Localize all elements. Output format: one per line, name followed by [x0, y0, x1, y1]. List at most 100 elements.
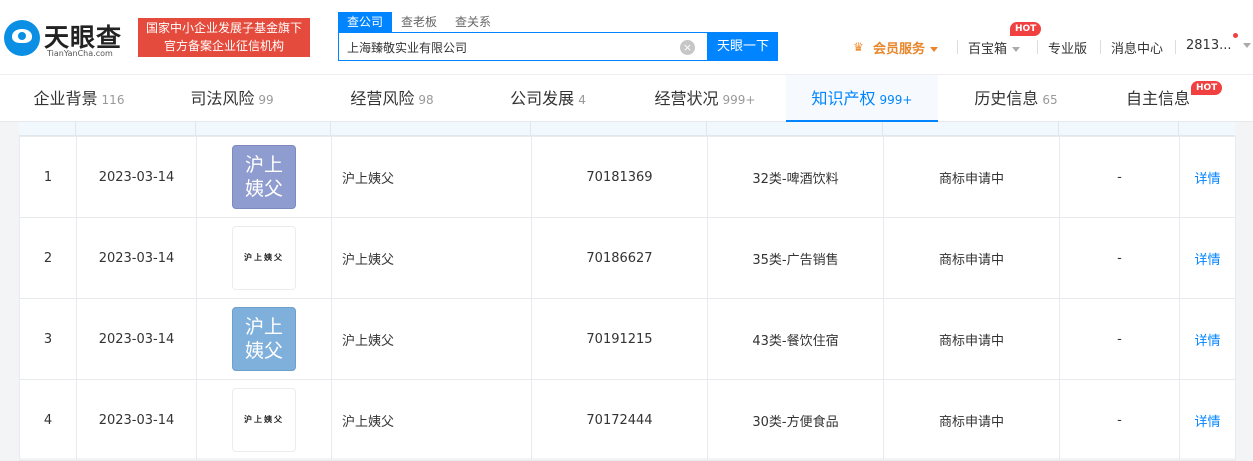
tab-label: 经营风险 [350, 89, 415, 108]
tab-enterprise-background[interactable]: 企业背景 116 [20, 75, 138, 122]
column-divider [706, 122, 707, 136]
detail-link[interactable]: 详情 [1179, 379, 1236, 461]
detail-link[interactable]: 详情 [1179, 136, 1236, 218]
registration-number: 70186627 [531, 217, 708, 299]
trademark-image[interactable]: 沪上姨父 [232, 145, 296, 209]
tab-self-info[interactable]: 自主信息 [1118, 75, 1198, 122]
trademark-image-cell: 沪上姨父 [196, 379, 332, 461]
tab-count: 65 [1042, 93, 1058, 107]
trademark-status: 商标申请中 [883, 217, 1060, 299]
apply-date: 2023-03-14 [76, 136, 197, 218]
apply-date: 2023-03-14 [76, 379, 197, 461]
chevron-down-icon [1243, 43, 1251, 48]
tab-company-development[interactable]: 公司发展 4 [492, 75, 604, 122]
tab-count: 99 [258, 93, 274, 107]
trademark-image-cell: 沪上姨父 [196, 217, 332, 299]
search-box: × [338, 32, 708, 61]
trademark-image[interactable]: 沪上姨父 [232, 388, 296, 452]
tab-operating-status[interactable]: 经营状况 999+ [640, 75, 770, 122]
category-tab-bar: 企业背景 116 司法风险 99 经营风险 98 公司发展 4 经营状况 999+ 知识产… [0, 74, 1253, 122]
agency: - [1059, 379, 1180, 461]
trademark-name: 沪上姨父 [331, 298, 532, 380]
search-input[interactable] [347, 38, 667, 56]
trademark-image[interactable]: 沪上姨父 [232, 307, 296, 371]
crown-icon: ♛ [853, 40, 864, 54]
tab-label: 企业背景 [33, 89, 98, 108]
tab-operation-risk[interactable]: 经营风险 98 [332, 75, 452, 122]
trademark-image-text: 沪上姨父 [244, 154, 283, 200]
trademark-name: 沪上姨父 [331, 217, 532, 299]
trademark-name: 沪上姨父 [331, 379, 532, 461]
search-tab-company[interactable]: 查公司 [338, 12, 393, 32]
baibaoxiang-label: 百宝箱 [968, 42, 1008, 57]
search-tab-boss[interactable]: 查老板 [392, 12, 446, 32]
trademark-status: 商标申请中 [883, 136, 1060, 218]
user-account-menu[interactable]: 2813... [1186, 38, 1231, 53]
column-divider [75, 122, 76, 136]
column-divider [882, 122, 883, 136]
divider [957, 40, 958, 54]
international-class: 30类-方便食品 [707, 379, 884, 461]
tab-count: 999+ [879, 93, 913, 107]
baibaoxiang-menu[interactable]: 百宝箱 [968, 38, 1021, 57]
agency: - [1059, 136, 1180, 218]
trademark-name: 沪上姨父 [331, 136, 532, 218]
table-header-strip [19, 122, 1235, 136]
trademark-image-text: 沪上姨父 [244, 253, 284, 262]
column-divider [195, 122, 196, 136]
tab-label: 司法风险 [190, 89, 255, 108]
divider [1100, 40, 1101, 54]
table-row: 3 2023-03-14 沪上姨父 沪上姨父 70191215 43类-餐饮住宿… [19, 298, 1236, 380]
detail-link[interactable]: 详情 [1179, 217, 1236, 299]
row-index: 2 [19, 217, 77, 299]
clear-icon[interactable]: × [680, 40, 695, 55]
search-button[interactable]: 天眼一下 [708, 32, 778, 61]
tab-label: 自主信息 [1125, 89, 1190, 108]
tab-label: 知识产权 [811, 89, 876, 108]
apply-date: 2023-03-14 [76, 298, 197, 380]
agency: - [1059, 298, 1180, 380]
top-header: 天眼查 TianYanCha.com 国家中小企业发展子基金旗下 官方备案企业征… [0, 0, 1253, 74]
tab-judicial-risk[interactable]: 司法风险 99 [172, 75, 292, 122]
international-class: 35类-广告销售 [707, 217, 884, 299]
gov-credit-badge: 国家中小企业发展子基金旗下 官方备案企业征信机构 [138, 18, 310, 57]
tab-count: 4 [578, 93, 586, 107]
vip-service-menu[interactable]: 会员服务 [873, 38, 939, 57]
column-divider [1178, 122, 1179, 136]
gov-badge-line1: 国家中小企业发展子基金旗下 [145, 21, 302, 35]
tab-label: 经营状况 [654, 89, 719, 108]
chevron-down-icon [930, 47, 939, 52]
search-tab-relation[interactable]: 查关系 [446, 12, 500, 32]
international-class: 32类-啤酒饮料 [707, 136, 884, 218]
tab-count: 999+ [722, 93, 756, 107]
hot-badge: HOT [1191, 81, 1223, 95]
column-divider [1058, 122, 1059, 136]
chevron-down-icon [1012, 47, 1021, 52]
hot-badge: HOT [1010, 22, 1042, 36]
row-index: 4 [19, 379, 77, 461]
registration-number: 70191215 [531, 298, 708, 380]
trademark-image-cell: 沪上姨父 [196, 298, 332, 380]
registration-number: 70172444 [531, 379, 708, 461]
tab-intellectual-property[interactable]: 知识产权 999+ [786, 75, 938, 122]
divider [1037, 40, 1038, 54]
table-row: 1 2023-03-14 沪上姨父 沪上姨父 70181369 32类-啤酒饮料… [19, 136, 1236, 218]
tab-history-info[interactable]: 历史信息 65 [956, 75, 1076, 122]
pro-version-link[interactable]: 专业版 [1048, 38, 1087, 57]
row-index: 3 [19, 298, 77, 380]
logo-subtitle: TianYanCha.com [47, 49, 113, 58]
trademark-image-text: 沪上姨父 [244, 316, 283, 362]
trademark-status: 商标申请中 [883, 379, 1060, 461]
tianyancha-logo[interactable]: 天眼查 TianYanCha.com [4, 18, 134, 60]
user-menu-toggle[interactable] [1238, 38, 1251, 53]
message-center-link[interactable]: 消息中心 [1111, 38, 1163, 57]
tab-label: 历史信息 [974, 89, 1039, 108]
table-row: 2 2023-03-14 沪上姨父 沪上姨父 70186627 35类-广告销售… [19, 217, 1236, 299]
trademark-status: 商标申请中 [883, 298, 1060, 380]
detail-link[interactable]: 详情 [1179, 298, 1236, 380]
trademark-image[interactable]: 沪上姨父 [232, 226, 296, 290]
column-divider [330, 122, 331, 136]
tab-count: 116 [101, 93, 125, 107]
column-divider [530, 122, 531, 136]
gov-badge-line2: 官方备案企业征信机构 [163, 39, 284, 53]
